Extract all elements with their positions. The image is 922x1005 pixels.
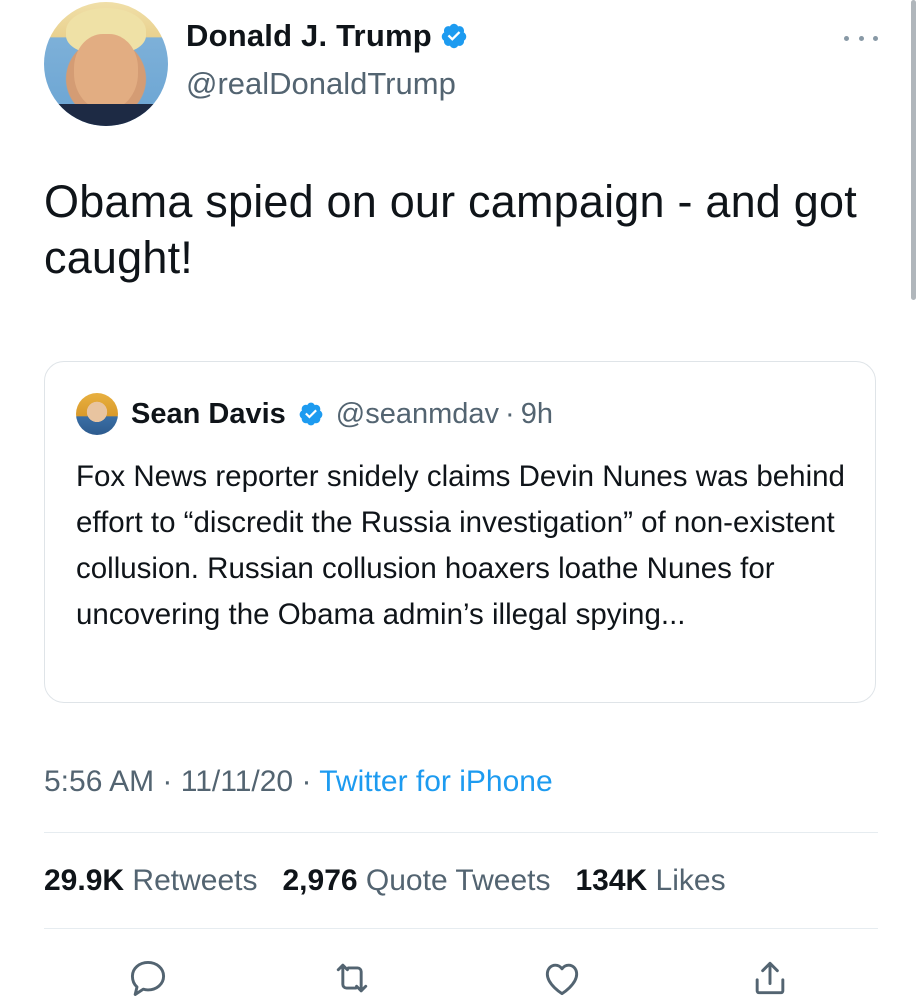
more-dot	[844, 35, 849, 41]
verified-badge-icon	[299, 402, 323, 426]
avatar-suit	[44, 104, 168, 126]
retweets-count: 29.9K	[44, 864, 125, 897]
avatar-face	[74, 34, 138, 110]
retweets-stat[interactable]: 29.9K Retweets	[44, 864, 266, 897]
meta-separator: ·	[162, 765, 173, 798]
more-horizontal-icon[interactable]	[844, 28, 878, 48]
quote-tweets-count: 2,976	[282, 864, 358, 897]
verified-badge-icon	[441, 23, 467, 49]
quoted-author-name[interactable]: Sean Davis	[131, 394, 286, 434]
more-dot	[858, 35, 864, 41]
divider	[44, 928, 878, 929]
quoted-tweet-header: Sean Davis @seanmdav · 9h	[131, 394, 553, 434]
quoted-author-handle[interactable]: @seanmdav	[336, 394, 499, 434]
tweet-meta: 5:56 AM · 11/11/20 · Twitter for iPhone	[44, 760, 553, 804]
quoted-separator: ·	[505, 398, 515, 430]
share-icon[interactable]	[748, 956, 792, 1000]
divider	[44, 832, 878, 833]
tweet-source-link[interactable]: Twitter for iPhone	[319, 765, 552, 798]
quoted-tweet-text: Fox News reporter snidely claims Devin N…	[76, 460, 845, 631]
quote-tweets-label: Quote Tweets	[365, 864, 551, 897]
tweet-date[interactable]: 11/11/20	[181, 765, 293, 798]
quote-tweets-stat[interactable]: 2,976 Quote Tweets	[282, 864, 558, 897]
heart-icon[interactable]	[540, 956, 584, 1000]
more-dot	[873, 35, 878, 41]
action-bar	[0, 950, 922, 1000]
retweet-icon[interactable]	[330, 956, 374, 1000]
likes-stat[interactable]: 134K Likes	[575, 864, 725, 897]
quoted-tweet-card[interactable]: Sean Davis @seanmdav · 9h Fox News repor…	[44, 361, 876, 703]
retweets-label: Retweets	[132, 864, 258, 897]
engagement-stats: 29.9K Retweets 2,976 Quote Tweets 134K L…	[44, 859, 726, 903]
author-avatar[interactable]	[44, 2, 168, 126]
meta-separator: ·	[301, 765, 312, 798]
scrollbar[interactable]	[911, 0, 916, 300]
likes-label: Likes	[655, 864, 726, 897]
reply-icon[interactable]	[126, 956, 170, 1000]
author-name-row: Donald J. Trump	[186, 18, 468, 54]
likes-count: 134K	[575, 864, 648, 897]
quoted-author-avatar[interactable]	[76, 393, 118, 435]
tweet-detail: Donald J. Trump @realDonaldTrump Obama s…	[0, 0, 922, 1000]
author-handle[interactable]: @realDonaldTrump	[186, 66, 456, 102]
quoted-timestamp[interactable]: 9h	[521, 394, 553, 434]
tweet-text: Obama spied on our campaign - and got ca…	[44, 176, 857, 283]
author-display-name[interactable]: Donald J. Trump	[186, 18, 432, 54]
tweet-time[interactable]: 5:56 AM	[44, 765, 154, 798]
